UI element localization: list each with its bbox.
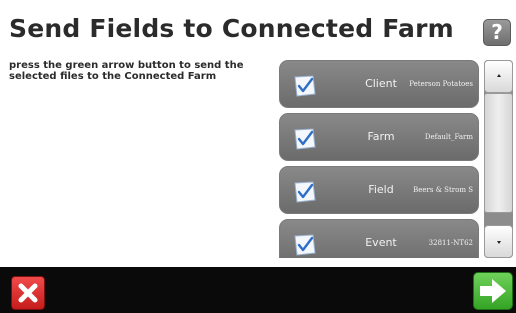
chevron-down-icon xyxy=(497,241,501,244)
item-label: Event xyxy=(365,236,397,249)
page-title: Send Fields to Connected Farm xyxy=(9,14,454,43)
cancel-button[interactable] xyxy=(11,276,45,310)
selection-checkbox-icon xyxy=(294,181,316,203)
selection-checkbox-icon xyxy=(294,75,316,97)
item-label: Field xyxy=(368,183,394,196)
item-value: Peterson Potatoes xyxy=(409,80,473,88)
arrow-right-icon xyxy=(480,279,506,303)
item-label: Farm xyxy=(367,130,395,143)
bottom-bar xyxy=(0,267,516,313)
list-item-field[interactable]: Field Beers & Strom S xyxy=(279,166,479,214)
list-item-event[interactable]: Event 32811-NT62 xyxy=(279,219,479,258)
selection-list: Client Peterson Potatoes Farm Default_Fa… xyxy=(279,60,479,258)
scroll-down-button[interactable] xyxy=(484,225,513,258)
item-value: Default_Farm xyxy=(424,133,473,141)
item-value: Beers & Strom S xyxy=(413,186,473,194)
close-icon xyxy=(18,283,38,303)
item-value: 32811-NT62 xyxy=(428,239,473,247)
instructions-text: press the green arrow button to send the… xyxy=(9,60,244,82)
selection-checkbox-icon xyxy=(294,128,316,150)
list-item-client[interactable]: Client Peterson Potatoes xyxy=(279,60,479,108)
list-item-farm[interactable]: Farm Default_Farm xyxy=(279,113,479,161)
scrollbar-thumb[interactable] xyxy=(484,93,513,213)
send-button[interactable] xyxy=(473,272,513,310)
selection-checkbox-icon xyxy=(294,234,316,256)
help-icon: ? xyxy=(491,20,503,44)
help-button[interactable]: ? xyxy=(483,19,511,46)
scroll-up-button[interactable] xyxy=(484,60,513,93)
chevron-up-icon xyxy=(497,74,501,77)
